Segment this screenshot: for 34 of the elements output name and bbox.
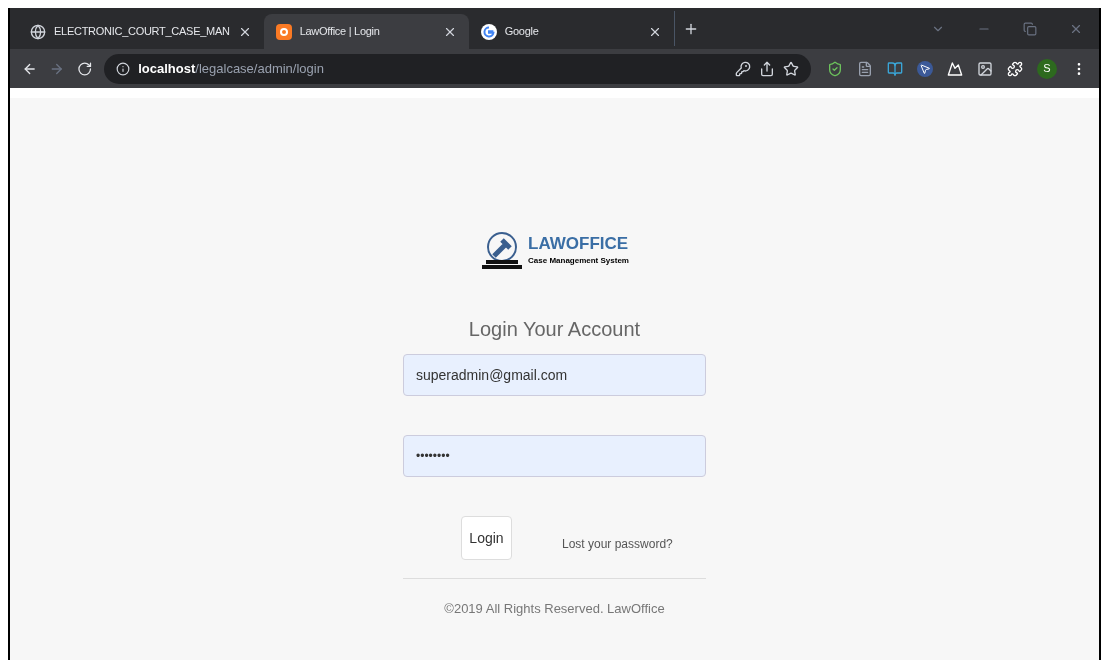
key-icon[interactable] xyxy=(735,60,751,77)
info-icon[interactable] xyxy=(116,61,131,76)
tab-title: LawOffice | Login xyxy=(299,24,381,40)
logo-tagline: Case Management System xyxy=(528,254,629,267)
shield-icon[interactable] xyxy=(827,60,843,77)
star-icon[interactable] xyxy=(783,60,799,77)
cursor-icon[interactable] xyxy=(917,60,933,77)
tab-title: Google xyxy=(504,24,540,40)
profile-avatar[interactable]: S xyxy=(1037,58,1057,79)
password-field[interactable]: •••••••• xyxy=(403,435,706,477)
browser-tab[interactable]: Google xyxy=(468,14,674,49)
restore-icon[interactable] xyxy=(1023,21,1037,36)
forgot-password-link[interactable]: Lost your password? xyxy=(562,535,673,553)
extensions-icon[interactable] xyxy=(1007,60,1023,77)
image-icon[interactable] xyxy=(977,60,993,77)
email-field[interactable]: superadmin@gmail.com xyxy=(403,354,706,396)
url-text: localhost/legalcase/admin/login xyxy=(138,59,325,78)
browser-tab[interactable]: LawOffice | Login xyxy=(263,14,469,49)
app-logo-icon xyxy=(275,23,292,40)
login-heading: Login Your Account xyxy=(468,317,641,342)
login-button[interactable]: Login xyxy=(461,516,512,560)
tab-title: ELECTRONIC_COURT_CASE_MAN xyxy=(54,24,230,40)
document-icon[interactable] xyxy=(857,60,873,77)
mountain-icon[interactable] xyxy=(947,60,963,77)
copyright-text: ©2019 All Rights Reserved. LawOffice xyxy=(444,600,665,618)
globe-icon xyxy=(30,23,46,40)
gavel-logo-icon xyxy=(480,230,525,270)
address-bar[interactable]: localhost/legalcase/admin/login xyxy=(104,53,811,84)
browser-tab[interactable]: ELECTRONIC_COURT_CASE_MAN xyxy=(18,14,264,49)
book-icon[interactable] xyxy=(887,60,903,77)
share-icon[interactable] xyxy=(759,60,775,77)
logo-name: LAWOFFICE xyxy=(528,233,629,255)
google-logo-icon xyxy=(480,23,497,40)
reload-icon[interactable] xyxy=(76,60,93,77)
